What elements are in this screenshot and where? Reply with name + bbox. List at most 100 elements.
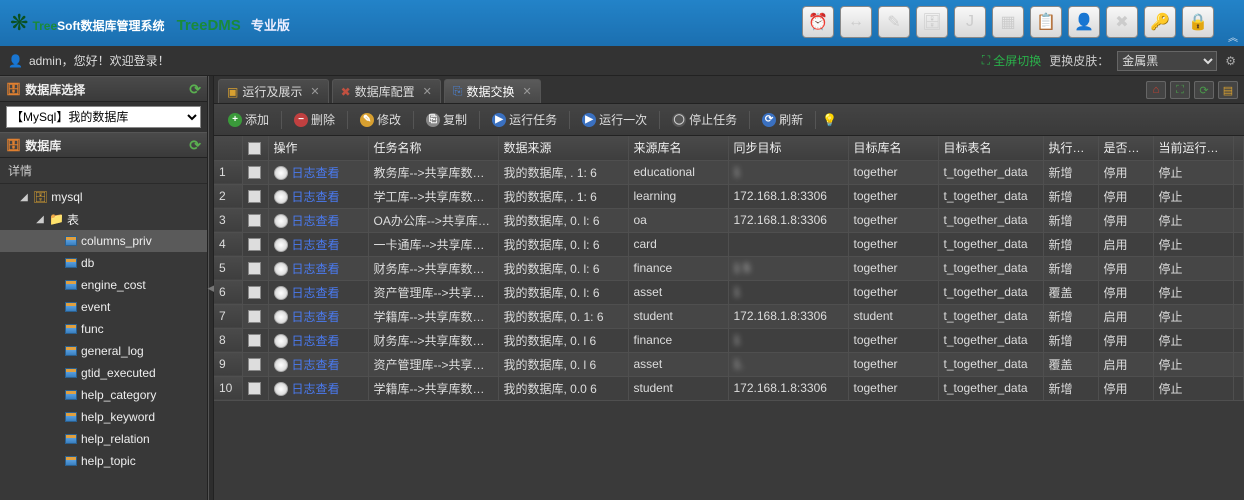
row-checkbox[interactable] <box>242 328 268 352</box>
tree-table-func[interactable]: func <box>0 318 207 340</box>
close-icon[interactable]: ✕ <box>423 85 432 98</box>
fullscreen-button[interactable]: ⛶ 全屏切换 <box>982 52 1041 69</box>
row-checkbox[interactable] <box>242 160 268 184</box>
expand-icon[interactable]: ︽ <box>1228 29 1238 44</box>
tree-table-help_category[interactable]: help_category <box>0 384 207 406</box>
database-select[interactable]: 【MySql】我的数据库 <box>6 106 201 128</box>
add-button[interactable]: +添加 <box>222 108 275 131</box>
top-icon-9[interactable]: 🔑 <box>1144 6 1176 38</box>
stop-button[interactable]: ◯停止任务 <box>666 108 743 131</box>
top-icon-1[interactable]: ↔ <box>840 6 872 38</box>
top-icon-5[interactable]: ▦ <box>992 6 1024 38</box>
table-row[interactable]: 7日志查看学籍库-->共享库数据同步我的数据库, 0. 1: 6student1… <box>214 304 1244 328</box>
table-row[interactable]: 3日志查看OA办公库-->共享库数据我的数据库, 0. l: 6oa172.16… <box>214 208 1244 232</box>
col-en[interactable]: 是否启用 <box>1098 136 1153 160</box>
refresh-icon[interactable]: ⟳ <box>1194 81 1214 99</box>
refresh-icon[interactable]: ⟳ <box>189 137 201 154</box>
op-icon[interactable] <box>274 310 288 324</box>
row-checkbox[interactable] <box>242 304 268 328</box>
settings-icon[interactable]: ⚙ <box>1225 54 1236 68</box>
op-icon[interactable] <box>274 238 288 252</box>
table-row[interactable]: 5日志查看财务库-->共享库数据同步我的数据库, 0. l: 6finance1… <box>214 256 1244 280</box>
tab-2[interactable]: ⎘数据交换✕ <box>444 79 541 103</box>
collapse-icon[interactable]: ◢ <box>18 192 30 203</box>
run-button[interactable]: ▶运行任务 <box>486 108 563 131</box>
skin-select[interactable]: 金属黑 <box>1117 51 1217 71</box>
run-once-button[interactable]: ▶运行一次 <box>576 108 653 131</box>
op-icon[interactable] <box>274 382 288 396</box>
row-checkbox[interactable] <box>242 208 268 232</box>
log-link[interactable]: 日志查看 <box>292 166 340 180</box>
refresh-button[interactable]: ⟳刷新 <box>756 108 809 131</box>
op-icon[interactable] <box>274 262 288 276</box>
row-checkbox[interactable] <box>242 376 268 400</box>
top-icon-6[interactable]: 📋 <box>1030 6 1062 38</box>
tree-table-gtid_executed[interactable]: gtid_executed <box>0 362 207 384</box>
log-link[interactable]: 日志查看 <box>292 214 340 228</box>
col-tgt[interactable]: 同步目标 <box>728 136 848 160</box>
top-icon-0[interactable]: ⏰ <box>802 6 834 38</box>
op-icon[interactable] <box>274 358 288 372</box>
tab-0[interactable]: ▣运行及展示✕ <box>218 79 329 103</box>
col-tgtdb[interactable]: 目标库名 <box>848 136 938 160</box>
top-icon-3[interactable]: 🗄 <box>916 6 948 38</box>
tree-table-help_keyword[interactable]: help_keyword <box>0 406 207 428</box>
log-link[interactable]: 日志查看 <box>292 286 340 300</box>
log-link[interactable]: 日志查看 <box>292 238 340 252</box>
close-icon[interactable]: ✕ <box>310 85 319 98</box>
refresh-icon[interactable]: ⟳ <box>189 81 201 98</box>
list-icon[interactable]: ▤ <box>1218 81 1238 99</box>
copy-button[interactable]: ⎘复制 <box>420 108 473 131</box>
tree-node-mysql[interactable]: ◢ 🗄 mysql <box>0 186 207 208</box>
log-link[interactable]: 日志查看 <box>292 190 340 204</box>
col-tgttab[interactable]: 目标表名 <box>938 136 1043 160</box>
tree-table-help_topic[interactable]: help_topic <box>0 450 207 472</box>
col-task[interactable]: 任务名称 <box>368 136 498 160</box>
col-op[interactable]: 操作 <box>268 136 368 160</box>
col-srctab[interactable]: 来源库名 <box>628 136 728 160</box>
top-icon-10[interactable]: 🔒 <box>1182 6 1214 38</box>
log-link[interactable]: 日志查看 <box>292 310 340 324</box>
col-src[interactable]: 数据来源 <box>498 136 628 160</box>
log-link[interactable]: 日志查看 <box>292 382 340 396</box>
bulb-icon[interactable]: 💡 <box>822 113 837 127</box>
table-row[interactable]: 6日志查看资产管理库-->共享库数据我的数据库, 0. l: 6asset1 t… <box>214 280 1244 304</box>
fullscreen-icon[interactable]: ⛶ <box>1170 81 1190 99</box>
close-icon[interactable]: ✕ <box>523 85 532 98</box>
col-checkbox-header[interactable] <box>242 136 268 160</box>
tree-table-event[interactable]: event <box>0 296 207 318</box>
row-checkbox[interactable] <box>242 256 268 280</box>
col-st[interactable]: 当前运行状态 <box>1153 136 1233 160</box>
tree-table-general_log[interactable]: general_log <box>0 340 207 362</box>
home-icon[interactable]: ⌂ <box>1146 81 1166 99</box>
tree-node-tables[interactable]: ◢ 📁 表 <box>0 208 207 230</box>
tree-table-columns_priv[interactable]: columns_priv <box>0 230 207 252</box>
row-checkbox[interactable] <box>242 280 268 304</box>
tree-table-engine_cost[interactable]: engine_cost <box>0 274 207 296</box>
edit-button[interactable]: ✎修改 <box>354 108 407 131</box>
log-link[interactable]: 日志查看 <box>292 262 340 276</box>
table-row[interactable]: 8日志查看财务库-->共享库数据同步我的数据库, 0. l 6finance1 … <box>214 328 1244 352</box>
op-icon[interactable] <box>274 166 288 180</box>
tree-table-db[interactable]: db <box>0 252 207 274</box>
op-icon[interactable] <box>274 214 288 228</box>
top-icon-8[interactable]: ✖ <box>1106 6 1138 38</box>
tree-table-help_relation[interactable]: help_relation <box>0 428 207 450</box>
row-checkbox[interactable] <box>242 184 268 208</box>
top-icon-2[interactable]: ✎ <box>878 6 910 38</box>
top-icon-7[interactable]: 👤 <box>1068 6 1100 38</box>
table-row[interactable]: 1日志查看教务库-->共享库数据同步我的数据库, . 1: 6education… <box>214 160 1244 184</box>
collapse-icon[interactable]: ◢ <box>34 214 46 225</box>
delete-button[interactable]: −删除 <box>288 108 341 131</box>
top-icon-4[interactable]: J <box>954 6 986 38</box>
op-icon[interactable] <box>274 286 288 300</box>
table-row[interactable]: 9日志查看资产管理库-->共享库数据我的数据库, 0. l 6asset1. t… <box>214 352 1244 376</box>
table-row[interactable]: 4日志查看一卡通库-->共享库数据我的数据库, 0. l: 6card toge… <box>214 232 1244 256</box>
log-link[interactable]: 日志查看 <box>292 358 340 372</box>
log-link[interactable]: 日志查看 <box>292 334 340 348</box>
row-checkbox[interactable] <box>242 352 268 376</box>
op-icon[interactable] <box>274 190 288 204</box>
tab-1[interactable]: ✖数据库配置✕ <box>332 79 441 103</box>
table-row[interactable]: 10日志查看学籍库-->共享库数据同步我的数据库, 0.0 6student17… <box>214 376 1244 400</box>
row-checkbox[interactable] <box>242 232 268 256</box>
